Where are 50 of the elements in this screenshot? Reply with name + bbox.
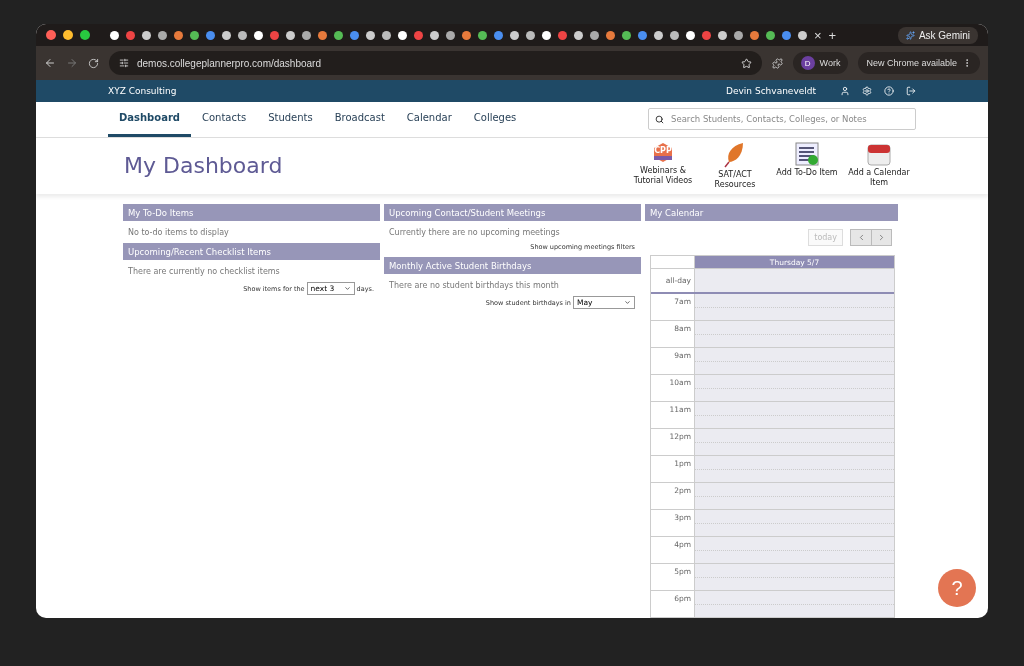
panel-title: Upcoming Contact/Student Meetings [384, 204, 641, 222]
quick-link[interactable]: Add To-Do Item [776, 168, 838, 178]
sparkle-icon [905, 30, 915, 40]
nav-tab[interactable]: Contacts [191, 101, 258, 137]
empty-message: There are no student birthdays this month [388, 280, 560, 292]
empty-message: No to-do items to display [127, 227, 230, 239]
page-title: My Dashboard [124, 153, 283, 179]
maximize-window-button[interactable] [80, 30, 90, 40]
quick-link[interactable]: Add a Calendar Item [846, 168, 912, 188]
calendar-icon [867, 142, 891, 167]
reload-icon[interactable] [88, 57, 99, 69]
panel-title: Upcoming/Recent Checklist Items [123, 243, 380, 261]
settings-icon[interactable] [862, 85, 872, 96]
search-box[interactable]: Search Students, Contacts, Colleges, or Notes [648, 108, 916, 131]
new-tab-button[interactable]: + [828, 27, 837, 43]
todo-list-icon [795, 142, 819, 167]
update-button[interactable]: New Chrome available [858, 52, 980, 74]
panel-title: My Calendar [645, 204, 898, 222]
site-settings-icon[interactable] [119, 58, 129, 68]
user-icon[interactable] [840, 85, 850, 96]
close-tab-button[interactable]: × [814, 27, 822, 43]
profile-button[interactable]: D Work [792, 52, 849, 74]
quick-link[interactable]: Webinars & Tutorial Videos [630, 166, 696, 186]
panel-title: Monthly Active Student Birthdays [384, 257, 641, 275]
badge-icon [651, 142, 675, 165]
panel-title: My To-Do Items [123, 204, 380, 222]
ask-gemini-button[interactable]: Ask Gemini [897, 26, 978, 44]
minimize-window-button[interactable] [63, 30, 73, 40]
chevron-down-icon [624, 299, 631, 306]
address-bar[interactable]: demos.collegeplannerpro.com/dashboard [109, 51, 762, 75]
close-window-button[interactable] [46, 30, 56, 40]
nav-tab[interactable]: Calendar [395, 101, 463, 137]
nav-tab[interactable]: Colleges [462, 101, 528, 137]
nav-tab[interactable]: Dashboard [108, 101, 191, 137]
nav-tab[interactable]: Students [257, 101, 324, 137]
empty-message: There are currently no checklist items [127, 266, 281, 278]
company-name: XYZ Consulting [108, 85, 177, 96]
nav-tab[interactable]: Broadcast [323, 101, 396, 137]
logout-icon[interactable] [906, 85, 916, 96]
user-name: Devin Schvaneveldt [726, 85, 816, 96]
search-icon [655, 114, 664, 124]
help-icon[interactable] [884, 85, 894, 96]
extension-icon[interactable] [771, 57, 783, 69]
back-icon[interactable] [44, 57, 56, 69]
chevron-down-icon [343, 285, 351, 292]
next-icon [877, 233, 886, 242]
star-icon[interactable] [740, 57, 752, 69]
badge-text: CPP [653, 146, 673, 156]
empty-message: Currently there are no upcoming meetings [388, 227, 561, 239]
quick-link[interactable]: SAT/ACT Resources [702, 170, 768, 190]
